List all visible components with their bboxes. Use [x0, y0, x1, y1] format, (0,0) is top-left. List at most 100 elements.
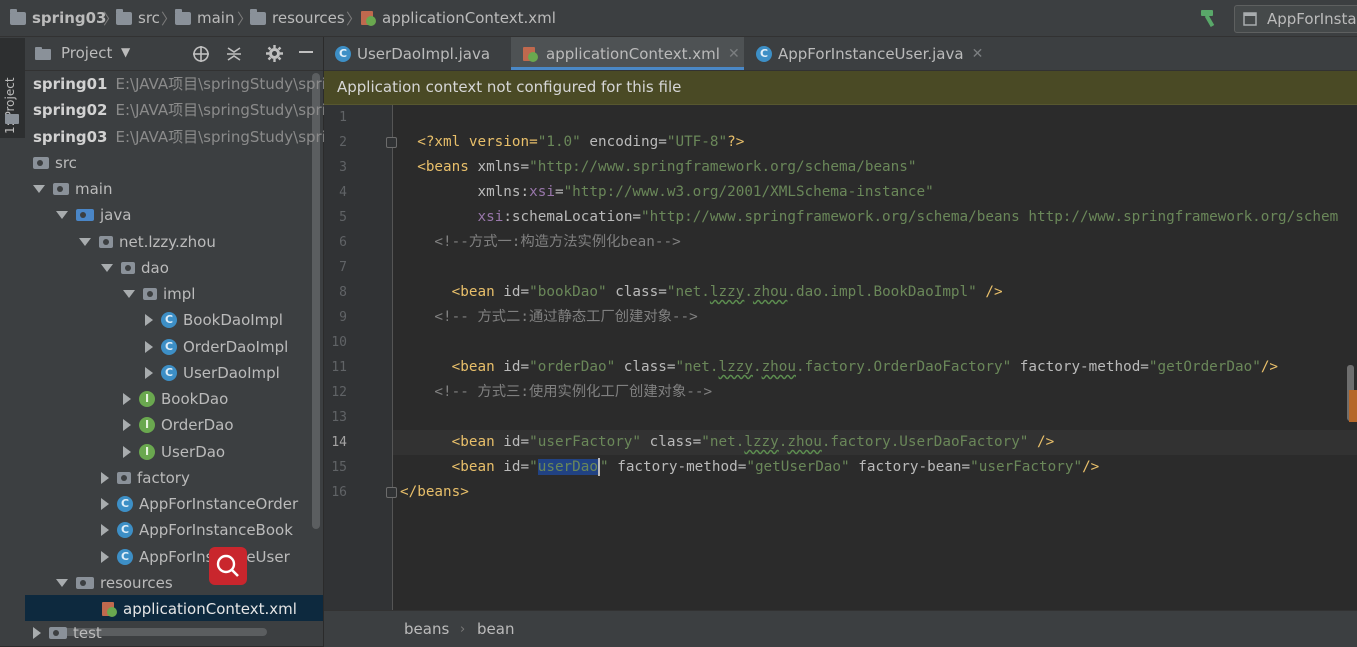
line-number: 15 — [331, 460, 347, 475]
expanded-arrow-icon[interactable] — [79, 238, 91, 246]
tree-module-spring03[interactable]: spring03 E:\JAVA项目\springStudy\sprir — [33, 124, 332, 150]
line-number: 6 — [339, 235, 347, 250]
tree-item-factory[interactable]: factory — [101, 465, 190, 491]
tree-item-java[interactable]: java — [56, 202, 131, 228]
tree-item-src[interactable]: src — [33, 150, 77, 176]
tree-item-appforinstanceorder[interactable]: C AppForInstanceOrder — [101, 491, 298, 517]
folder-icon — [49, 627, 67, 639]
fold-marker-icon[interactable] — [386, 487, 397, 498]
tree-item-applicationcontext[interactable]: applicationContext.xml — [101, 596, 297, 622]
interface-icon: I — [139, 391, 155, 407]
collapsed-arrow-icon[interactable] — [123, 393, 131, 405]
tree-item-orderdaoimpl[interactable]: C OrderDaoImpl — [145, 334, 288, 360]
interface-icon: I — [139, 417, 155, 433]
magnifier-icon — [216, 554, 239, 577]
line-number: 11 — [331, 360, 347, 375]
collapsed-arrow-icon[interactable] — [145, 367, 153, 379]
gear-icon[interactable] — [265, 44, 284, 63]
code-line-1: <?xml version="1.0" encoding="UTF-8"?> — [417, 134, 745, 150]
nav-crumb-resources[interactable]: resources — [250, 8, 345, 27]
search-overlay-button[interactable] — [209, 547, 247, 585]
tree-item-dao[interactable]: dao — [101, 255, 169, 281]
folder-icon — [53, 183, 69, 195]
tree-item-userdaoimpl[interactable]: C UserDaoImpl — [145, 360, 280, 386]
tree-item-resources[interactable]: resources — [56, 570, 173, 596]
class-icon: C — [335, 45, 351, 62]
code-line-12: <!-- 方式三:使用实例化工厂创建对象--> — [400, 384, 713, 400]
collapsed-arrow-icon[interactable] — [145, 341, 153, 353]
line-number: 12 — [331, 385, 347, 400]
tab-applicationcontext[interactable]: applicationContext.xml ✕ — [511, 37, 744, 70]
interface-icon: I — [139, 444, 155, 460]
nav-crumb-main[interactable]: main — [175, 8, 234, 27]
collapsed-arrow-icon[interactable] — [101, 551, 109, 563]
line-number: 4 — [339, 185, 347, 200]
collapsed-arrow-icon[interactable] — [123, 419, 131, 431]
minimize-icon[interactable] — [299, 51, 313, 53]
runnable-class-icon: C — [756, 45, 772, 62]
expanded-arrow-icon[interactable] — [56, 579, 68, 587]
folder-icon — [116, 8, 132, 25]
nav-crumb-file[interactable]: applicationContext.xml — [360, 9, 556, 27]
code-line-2: <beans xmlns="http://www.springframework… — [417, 159, 917, 175]
warning-marker[interactable] — [1349, 390, 1357, 422]
tree-item-bookdao[interactable]: I BookDao — [123, 386, 228, 412]
collapsed-arrow-icon[interactable] — [101, 498, 109, 510]
code-line-10: <bean id="orderDao" class="net.lzzy.zhou… — [417, 359, 1279, 375]
expanded-arrow-icon[interactable] — [101, 264, 113, 272]
line-number: 13 — [331, 410, 347, 425]
tree-item-impl[interactable]: impl — [123, 281, 195, 307]
collapsed-arrow-icon[interactable] — [33, 627, 41, 639]
tree-module-spring02[interactable]: spring02 E:\JAVA项目\springStudy\sprir — [33, 97, 332, 123]
collapsed-arrow-icon[interactable] — [101, 472, 109, 484]
package-icon — [143, 288, 157, 300]
tab-userdaoimpl[interactable]: C UserDaoImpl.java — [324, 37, 510, 70]
run-configuration-selector[interactable]: AppForInsta — [1234, 5, 1357, 33]
nav-crumb-module[interactable]: spring03 — [10, 8, 107, 27]
tree-module-spring01[interactable]: spring01 E:\JAVA项目\springStudy\sprir — [33, 71, 332, 97]
breadcrumb-bean[interactable]: bean — [477, 620, 514, 638]
runnable-class-icon: C — [117, 549, 133, 565]
tree-item-bookdaoimpl[interactable]: C BookDaoImpl — [145, 307, 283, 333]
tree-item-appforinstanceuser[interactable]: C AppForInstanceUser — [101, 544, 290, 570]
tree-item-appforinstancebook[interactable]: C AppForInstanceBook — [101, 517, 293, 543]
tree-item-package[interactable]: net.lzzy.zhou — [79, 229, 216, 255]
project-view-title[interactable]: Project — [61, 44, 112, 62]
collapsed-arrow-icon[interactable] — [101, 524, 109, 536]
build-hammer-icon[interactable] — [1198, 8, 1220, 28]
fold-marker-icon[interactable] — [386, 137, 397, 148]
spring-xml-icon — [102, 602, 117, 617]
collapsed-arrow-icon[interactable] — [145, 314, 153, 326]
line-number: 7 — [339, 260, 347, 275]
expanded-arrow-icon[interactable] — [33, 185, 45, 193]
module-folder-icon — [10, 8, 26, 25]
chevron-right-icon: 〉 — [346, 10, 362, 28]
navigation-bar: spring03 〉 src 〉 main 〉 resources 〉 appl… — [0, 0, 1357, 37]
line-number: 9 — [339, 310, 347, 325]
line-number: 14 — [331, 435, 347, 450]
tree-item-userdao[interactable]: I UserDao — [123, 439, 225, 465]
tree-item-main[interactable]: main — [33, 176, 112, 202]
class-icon: C — [161, 365, 177, 381]
expanded-arrow-icon[interactable] — [56, 211, 68, 219]
collapse-all-icon[interactable] — [225, 45, 243, 63]
spring-xml-icon — [523, 46, 538, 62]
context-warning-banner: Application context not configured for t… — [324, 71, 1357, 105]
code-line-4: xsi:schemaLocation="http://www.springfra… — [477, 209, 1339, 225]
tree-item-orderdao[interactable]: I OrderDao — [123, 412, 234, 438]
tree-item-test[interactable]: test — [33, 622, 102, 644]
chevron-right-icon: › — [460, 622, 466, 637]
locate-file-icon[interactable] — [192, 45, 210, 63]
view-dropdown-icon[interactable]: ▼ — [121, 45, 130, 59]
line-number: 3 — [339, 160, 347, 175]
collapsed-arrow-icon[interactable] — [123, 446, 131, 458]
close-tab-icon[interactable]: ✕ — [972, 46, 984, 62]
close-tab-icon[interactable]: ✕ — [728, 46, 740, 62]
nav-crumb-src[interactable]: src — [116, 8, 160, 27]
breadcrumb-beans[interactable]: beans — [404, 620, 449, 638]
runnable-class-icon: C — [117, 496, 133, 512]
expanded-arrow-icon[interactable] — [123, 290, 135, 298]
folder-icon — [33, 157, 49, 169]
tab-appforinstanceuser[interactable]: C AppForInstanceUser.java ✕ — [745, 37, 985, 70]
active-tab-indicator — [511, 67, 744, 70]
